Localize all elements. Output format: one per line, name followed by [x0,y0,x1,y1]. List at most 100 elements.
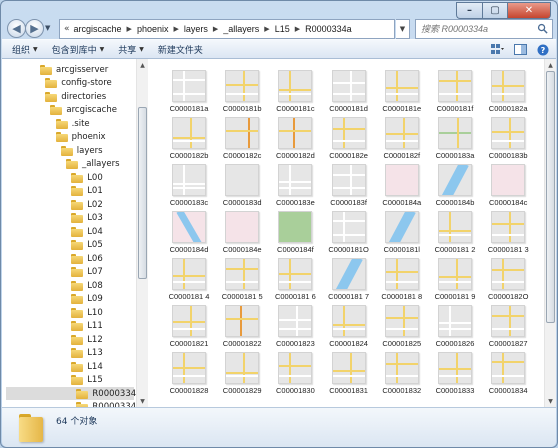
tree-item[interactable]: L08 [71,279,103,292]
file-tile[interactable]: C0000181 8 [377,251,427,301]
file-tile[interactable]: C0000181f [430,63,480,113]
file-tile[interactable]: C0000181c [270,63,320,113]
preview-pane-button[interactable] [513,43,527,56]
file-tile[interactable]: C0000181b [217,63,267,113]
address-root-chevron-icon[interactable]: « [64,24,70,34]
file-tile[interactable]: C0000181 7 [324,251,374,301]
tree-item[interactable]: phoenix [55,131,106,144]
file-tile[interactable]: C00001823 [270,298,320,348]
file-tile[interactable]: C0000184d [164,204,214,254]
breadcrumb-layers[interactable]: layers [184,24,208,34]
file-tile[interactable]: C00001833 [430,345,480,395]
tree-item[interactable]: L15 [71,374,103,387]
file-tile[interactable]: C00001826 [430,298,480,348]
tree-item[interactable]: L12 [71,333,103,346]
breadcrumb-allayers[interactable]: _allayers [223,24,259,34]
chevron-right-icon[interactable]: ▶ [295,25,300,33]
file-tile[interactable]: C0000182O [483,251,533,301]
tree-item[interactable]: L02 [71,198,103,211]
search-input[interactable] [421,24,531,34]
tree-item[interactable]: .site [55,117,90,130]
file-tile[interactable]: C0000181d [324,63,374,113]
include-in-library-menu[interactable]: 包含到库中 ▼ [52,43,105,56]
chevron-right-icon[interactable]: ▶ [264,25,269,33]
share-menu[interactable]: 共享 ▼ [118,43,144,56]
help-button[interactable]: ? [536,43,550,56]
file-tile[interactable]: C00001831 [324,345,374,395]
tree-item[interactable]: config-store [45,77,112,90]
forward-button[interactable]: ▶ [25,19,44,38]
recent-pages-dropdown[interactable]: ▼ [45,24,50,32]
file-tile[interactable]: C0000182b [164,110,214,160]
file-tile[interactable]: C0000182a [483,63,533,113]
file-tile[interactable]: C0000183d [217,157,267,207]
file-tile[interactable]: C00001834 [483,345,533,395]
file-tile[interactable]: C0000184b [430,157,480,207]
tree-item[interactable]: L13 [71,347,103,360]
tree-item[interactable]: L03 [71,212,103,225]
file-tile[interactable]: C0000181e [377,63,427,113]
change-view-button[interactable] [490,43,504,56]
breadcrumb-r0000334a[interactable]: R0000334a [305,24,352,34]
tree-item[interactable]: arcgiscache [50,104,117,117]
organize-menu[interactable]: 组织 ▼ [12,43,38,56]
chevron-right-icon[interactable]: ▶ [127,25,132,33]
file-tile[interactable]: C0000182e [324,110,374,160]
file-tile[interactable]: C00001822 [217,298,267,348]
file-tile[interactable]: C0000183b [483,110,533,160]
tree-item[interactable]: L07 [71,266,103,279]
scroll-up-arrow-icon[interactable]: ▲ [137,59,148,71]
scroll-up-arrow-icon[interactable]: ▲ [545,59,556,71]
search-box[interactable] [415,19,553,39]
tree-item[interactable]: L00 [71,171,103,184]
tree-item[interactable]: L01 [71,185,103,198]
address-bar[interactable]: « arcgiscache ▶ phoenix ▶ layers ▶ _alla… [59,19,395,39]
address-history-dropdown[interactable]: ▼ [396,19,410,39]
scroll-down-arrow-icon[interactable]: ▼ [545,395,556,407]
file-tile[interactable]: C0000183e [270,157,320,207]
tree-item[interactable]: L11 [71,320,103,333]
tree-item[interactable]: L06 [71,252,103,265]
chevron-right-icon[interactable]: ▶ [173,25,178,33]
file-tile[interactable]: C0000184f [270,204,320,254]
file-tile[interactable]: C00001832 [377,345,427,395]
file-tile[interactable]: C0000181 6 [270,251,320,301]
breadcrumb-arcgiscache[interactable]: arcgiscache [74,24,122,34]
file-tile[interactable]: C0000181l [377,204,427,254]
tree-item[interactable]: L09 [71,293,103,306]
tree-item[interactable]: L05 [71,239,103,252]
tree-item[interactable]: L04 [71,225,103,238]
breadcrumb-l15[interactable]: L15 [275,24,290,34]
file-tile[interactable]: C00001824 [324,298,374,348]
tree-item[interactable]: _allayers [66,158,120,171]
tree-item[interactable]: layers [60,144,103,157]
file-tile[interactable]: C00001829 [217,345,267,395]
file-tile[interactable]: C0000184c [483,157,533,207]
tree-item[interactable]: L14 [71,360,103,373]
tree-scrollbar[interactable]: ▲ ▼ [136,59,148,407]
file-tile[interactable]: C0000183a [430,110,480,160]
new-folder-button[interactable]: 新建文件夹 [158,43,203,56]
tree-item[interactable]: arcgisserver [40,63,108,76]
search-icon[interactable] [537,23,548,34]
file-tile[interactable]: C0000184e [217,204,267,254]
file-tile[interactable]: C0000183c [164,157,214,207]
chevron-right-icon[interactable]: ▶ [213,25,218,33]
file-tile[interactable]: C00001830 [270,345,320,395]
file-tile[interactable]: C0000181 9 [430,251,480,301]
file-tile[interactable]: C0000181 5 [217,251,267,301]
back-button[interactable]: ◀ [7,19,26,38]
file-tile[interactable]: C0000182d [270,110,320,160]
file-tile[interactable]: C00001825 [377,298,427,348]
files-scrollbar[interactable]: ▲ ▼ [544,59,556,407]
breadcrumb-phoenix[interactable]: phoenix [137,24,169,34]
tree-item[interactable]: R0000334a [6,387,141,400]
file-tile[interactable]: C0000181 4 [164,251,214,301]
files-scroll-thumb[interactable] [546,71,555,323]
file-tile[interactable]: C00001828 [164,345,214,395]
file-tile[interactable]: C0000181 2 [430,204,480,254]
file-tile[interactable]: C0000182c [217,110,267,160]
file-tile[interactable]: C0000181 3 [483,204,533,254]
scroll-down-arrow-icon[interactable]: ▼ [137,395,148,407]
tree-item[interactable]: directories [45,90,106,103]
